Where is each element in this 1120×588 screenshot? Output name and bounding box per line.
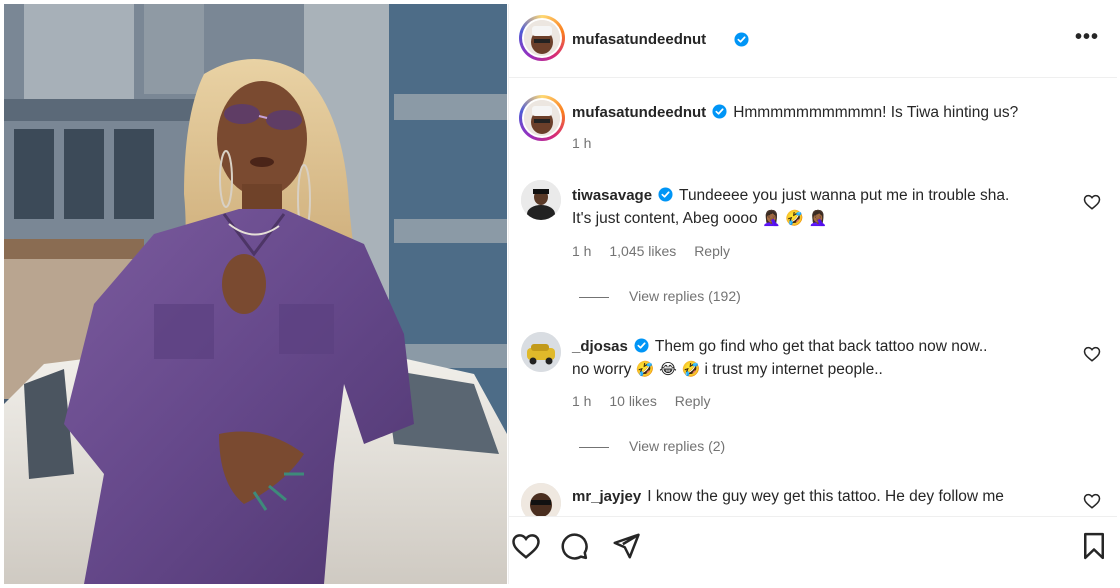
comment-like-heart-icon[interactable] bbox=[1083, 193, 1101, 211]
comment-body-line2-end: i trust my internet people.. bbox=[704, 361, 883, 378]
comment-like-count[interactable]: 10 likes bbox=[609, 393, 656, 409]
comment-reply-link[interactable]: Reply bbox=[675, 393, 711, 409]
comment-emoji: 🤣 😂 🤣 bbox=[635, 360, 701, 378]
verified-badge-icon bbox=[634, 338, 649, 353]
verified-badge-icon bbox=[658, 187, 673, 202]
post-header: mufasatundeednut ••• bbox=[509, 4, 1117, 78]
post-action-bar bbox=[509, 516, 1117, 584]
avatar-image bbox=[524, 100, 560, 136]
divider-line bbox=[579, 446, 609, 448]
comment-text: tiwasavage Tundeeee you just wanna put me… bbox=[572, 184, 1092, 230]
caption-avatar[interactable] bbox=[519, 95, 565, 141]
comment-text: _djosas Them go find who get that back ta… bbox=[572, 335, 1092, 381]
post-author-username[interactable]: mufasatundeednut bbox=[572, 31, 706, 48]
comment-username[interactable]: _djosas bbox=[572, 338, 628, 355]
comments-list[interactable]: mufasatundeednut Hmmmmmmmmmmn! Is Tiwa hi… bbox=[509, 79, 1117, 516]
caption-meta: 1 h bbox=[572, 135, 605, 151]
comment-emoji: 🤦🏾‍♀️ 🤣 🤦🏾‍♀️ bbox=[761, 209, 828, 227]
view-replies-label: View replies (192) bbox=[629, 288, 741, 304]
avatar-image bbox=[521, 180, 561, 220]
comment-time: 1 h bbox=[572, 243, 592, 259]
comment-username[interactable]: mr_jayjey bbox=[572, 488, 641, 505]
comment-icon[interactable] bbox=[559, 531, 589, 561]
share-icon[interactable] bbox=[611, 531, 641, 561]
verified-badge-icon bbox=[712, 104, 727, 119]
comment-avatar[interactable] bbox=[521, 483, 561, 516]
comment-reply-link[interactable]: Reply bbox=[694, 243, 730, 259]
caption-body: Hmmmmmmmmmmn! Is Tiwa hinting us? bbox=[733, 104, 1019, 121]
comment-like-heart-icon[interactable] bbox=[1083, 345, 1101, 363]
comment-body-line2: no worry bbox=[572, 361, 632, 378]
view-replies-link[interactable]: View replies (192) bbox=[579, 288, 741, 304]
view-replies-label: View replies (2) bbox=[629, 438, 726, 454]
comment-like-heart-icon[interactable] bbox=[1083, 492, 1101, 510]
avatar-image bbox=[521, 332, 561, 372]
post-image bbox=[4, 4, 507, 584]
caption-time: 1 h bbox=[572, 135, 592, 151]
comment-meta: 1 h 10 likes Reply bbox=[572, 393, 725, 409]
comment-avatar[interactable] bbox=[521, 180, 561, 220]
comment-body: Them go find who get that back tattoo no… bbox=[654, 338, 988, 355]
comment-like-count[interactable]: 1,045 likes bbox=[609, 243, 676, 259]
comment-username[interactable]: tiwasavage bbox=[572, 187, 652, 204]
comment-body: I know the guy wey get this tattoo. He d… bbox=[647, 488, 1004, 505]
heart-icon[interactable] bbox=[511, 531, 541, 561]
profile-avatar[interactable] bbox=[519, 15, 565, 61]
comment-body-line2: It's just content, Abeg oooo bbox=[572, 210, 758, 227]
view-replies-link[interactable]: View replies (2) bbox=[579, 438, 725, 454]
post-photo[interactable] bbox=[4, 4, 507, 584]
post-detail-panel: mufasatundeednut ••• mufasatundeednut Hm… bbox=[508, 4, 1117, 584]
comment-text: mr_jayjey I know the guy wey get this tat… bbox=[572, 485, 1102, 508]
comment-meta: 1 h 1,045 likes Reply bbox=[572, 243, 744, 259]
verified-badge-icon bbox=[734, 32, 749, 47]
divider-line bbox=[579, 296, 609, 298]
avatar-image bbox=[521, 483, 561, 516]
caption-text: mufasatundeednut Hmmmmmmmmmmn! Is Tiwa hi… bbox=[572, 101, 1102, 124]
comment-avatar[interactable] bbox=[521, 332, 561, 372]
bookmark-icon[interactable] bbox=[1079, 531, 1109, 561]
comment-time: 1 h bbox=[572, 393, 592, 409]
avatar-image bbox=[524, 20, 560, 56]
more-options-icon[interactable]: ••• bbox=[1075, 26, 1099, 49]
caption-username[interactable]: mufasatundeednut bbox=[572, 104, 706, 121]
comment-body: Tundeeee you just wanna put me in troubl… bbox=[679, 187, 1010, 204]
